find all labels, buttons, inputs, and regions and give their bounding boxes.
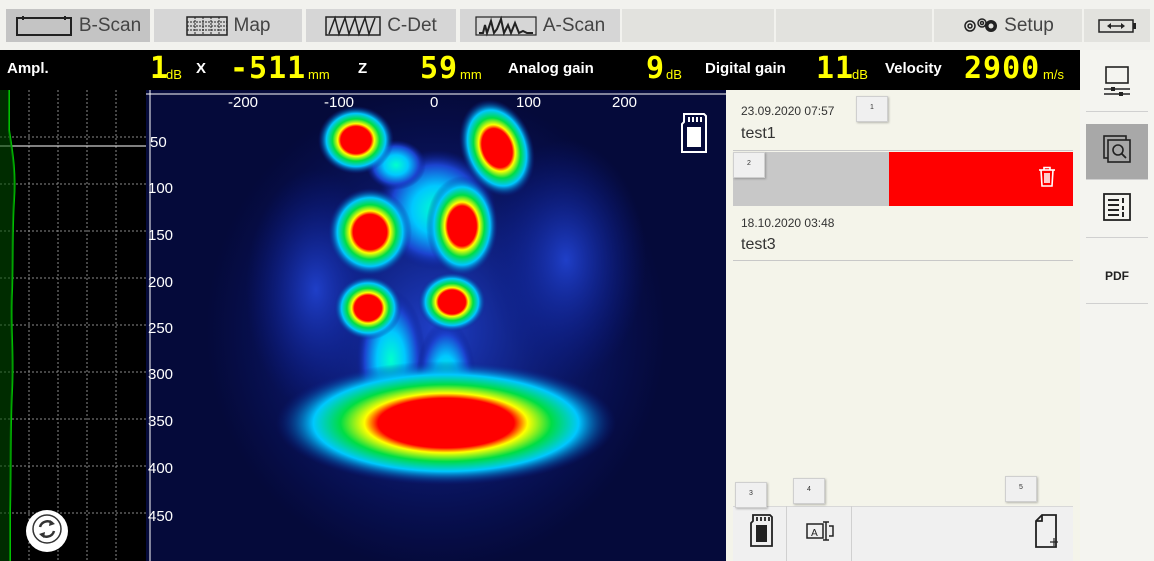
record-browser-button[interactable]	[1086, 124, 1148, 180]
list-item[interactable]: 23.09.2020 07:57 test1	[733, 92, 1073, 150]
tab-setup[interactable]: Setup	[934, 9, 1082, 42]
save-to-sd-button[interactable]	[735, 506, 787, 561]
tab-bar-spacer	[776, 9, 932, 42]
y-tick: 50	[150, 134, 167, 151]
x-label: X	[196, 60, 207, 77]
refresh-icon	[32, 513, 62, 549]
tab-ascan-label: A-Scan	[542, 14, 606, 36]
ampl-label: Ampl.	[7, 60, 49, 77]
ampl-unit: dB	[166, 67, 182, 82]
pdf-label: PDF	[1105, 268, 1129, 283]
y-tick: 350	[148, 413, 174, 430]
record-date: 18.10.2020 03:48	[741, 216, 835, 230]
tab-cdet[interactable]: C-Det	[306, 9, 456, 42]
tab-bscan-label: B-Scan	[78, 14, 142, 36]
x-tick: 100	[516, 94, 542, 111]
zoom-window-icon	[1102, 134, 1132, 169]
velocity-unit: m/s	[1043, 67, 1064, 82]
pdf-export-button[interactable]: PDF	[1086, 248, 1148, 304]
app-window: B-Scan Map C-Det A-Scan Setup Ampl. 1 dB…	[0, 0, 1154, 561]
action-badge[interactable]: 4	[793, 478, 825, 504]
action-badge[interactable]: 5	[1005, 476, 1037, 502]
record-badge[interactable]: 1	[856, 96, 888, 122]
x-tick: -200	[228, 94, 259, 111]
record-separator	[733, 260, 1073, 261]
tab-bscan[interactable]: B-Scan	[6, 9, 150, 42]
gears-icon	[962, 15, 998, 37]
z-label: Z	[358, 60, 368, 77]
y-tick: 100	[148, 180, 174, 197]
x-tick: 0	[430, 94, 439, 111]
record-date: 23.09.2020 07:57	[741, 104, 835, 118]
tab-map-label: Map	[233, 14, 271, 36]
velocity-label: Velocity	[885, 60, 942, 77]
right-toolbar: PDF	[1080, 50, 1154, 561]
tab-cdet-label: C-Det	[387, 14, 437, 36]
cdet-icon	[325, 14, 381, 37]
grid-map-icon	[185, 15, 228, 37]
list-report-icon	[1102, 192, 1132, 227]
z-unit: mm	[460, 67, 482, 82]
trash-icon	[1038, 166, 1056, 193]
sd-card-icon[interactable]	[678, 112, 708, 156]
sd-card-icon	[748, 513, 774, 554]
velocity-value: 2900	[964, 51, 1041, 86]
y-tick: 300	[148, 366, 174, 383]
analog-gain-value: 9	[646, 51, 666, 86]
rename-text-icon: A	[805, 520, 835, 547]
refresh-button[interactable]	[26, 510, 68, 552]
analog-gain-unit: dB	[666, 67, 682, 82]
record-name: test1	[741, 125, 776, 142]
ascan-waveform-icon	[475, 15, 537, 37]
z-value: 59	[420, 51, 459, 86]
bscan-icon	[15, 15, 73, 37]
x-tick: 200	[612, 94, 638, 111]
rename-record-button[interactable]: A	[788, 506, 852, 561]
new-record-button[interactable]	[1020, 506, 1072, 561]
digital-gain-label: Digital gain	[705, 60, 786, 77]
digital-gain-value: 11	[816, 51, 855, 86]
analog-gain-label: Analog gain	[508, 60, 594, 77]
settings-panel-button[interactable]	[1086, 56, 1148, 112]
top-tab-bar: B-Scan Map C-Det A-Scan Setup	[0, 0, 1154, 50]
x-value: -511	[230, 51, 307, 86]
report-list-button[interactable]	[1086, 182, 1148, 238]
tab-bar-spacer	[622, 9, 774, 42]
tab-map[interactable]: Map	[154, 9, 302, 42]
battery-icon	[1084, 9, 1150, 42]
action-badge[interactable]: 3	[735, 482, 767, 508]
new-file-icon	[1032, 513, 1060, 554]
measurement-status-bar: Ampl. 1 dB X -511 mm Z 59 mm Analog gain…	[0, 50, 1080, 90]
ascan-strip	[0, 90, 146, 561]
monitor-settings-icon	[1102, 65, 1132, 102]
y-tick: 450	[148, 508, 174, 525]
x-unit: mm	[308, 67, 330, 82]
record-name: test3	[741, 236, 776, 253]
digital-gain-unit: dB	[852, 67, 868, 82]
tab-ascan[interactable]: A-Scan	[460, 9, 620, 42]
bscan-image[interactable]: -200 -100 0 100 200 50 100 150 200 250 3…	[146, 90, 726, 561]
record-badge[interactable]: 2	[733, 152, 765, 178]
svg-text:A: A	[811, 528, 818, 539]
y-tick: 150	[148, 227, 174, 244]
tab-setup-label: Setup	[1004, 14, 1054, 36]
x-tick: -100	[324, 94, 355, 111]
y-tick: 250	[148, 320, 174, 337]
y-tick: 200	[148, 274, 174, 291]
y-tick: 400	[148, 460, 174, 477]
record-separator	[733, 150, 1073, 151]
list-item[interactable]: 18.10.2020 03:48 test3	[733, 206, 1073, 260]
